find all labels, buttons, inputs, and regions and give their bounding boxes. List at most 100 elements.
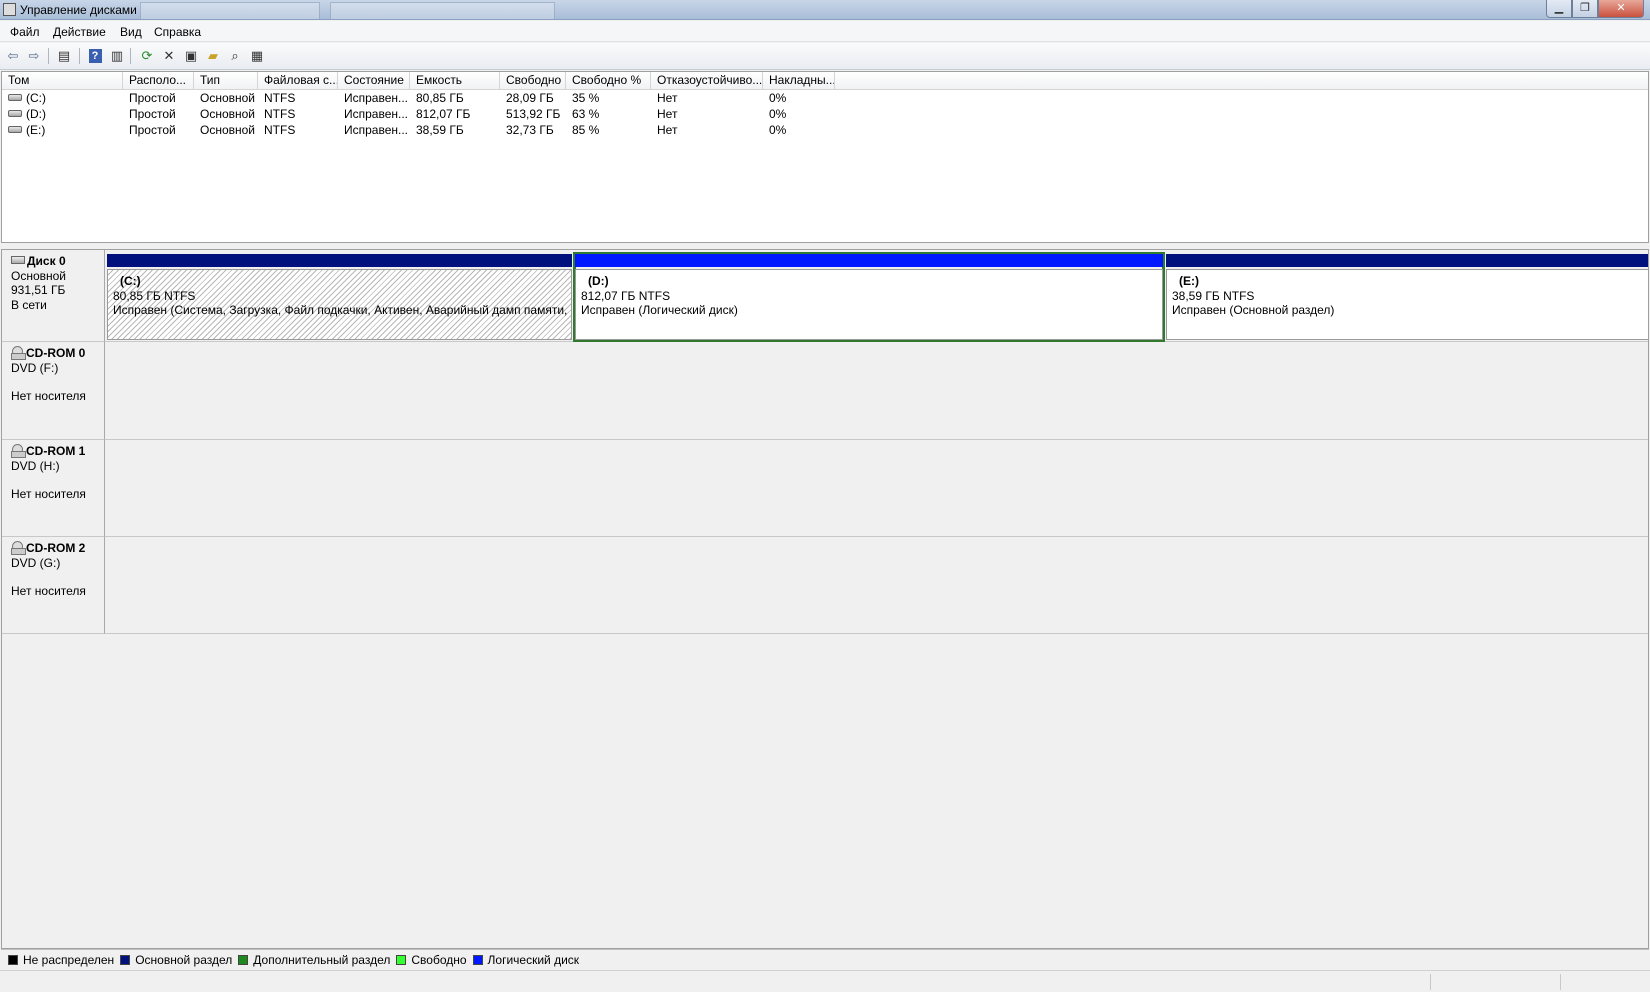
maximize-button[interactable]: ❐ xyxy=(1572,0,1598,18)
free-space-cell: 513,92 ГБ xyxy=(506,107,561,121)
hard-disk-icon xyxy=(11,256,25,265)
back-icon[interactable]: ⇦ xyxy=(4,47,22,65)
minimize-button[interactable]: ▁ xyxy=(1546,0,1572,18)
legend-swatch xyxy=(472,955,483,965)
layout-cell: Простой xyxy=(129,107,176,121)
capacity-cell: 38,59 ГБ xyxy=(416,123,464,137)
primary-partition-bar xyxy=(1166,254,1648,267)
volume-row-e[interactable]: (E:) Простой Основной NTFS Исправен... 3… xyxy=(2,122,1648,138)
cdrom-media: Нет носителя xyxy=(11,584,86,598)
volume-list: Том Располо... Тип Файловая с... Состоян… xyxy=(1,71,1649,243)
console-tree-icon[interactable]: ▤ xyxy=(55,47,73,65)
column-header-overhead[interactable]: Накладны... xyxy=(763,72,835,90)
partition-name: (C:) xyxy=(120,274,141,288)
action-pane-icon[interactable]: ▥ xyxy=(108,47,126,65)
cdrom-0-label[interactable]: CD-ROM 0 DVD (F:) Нет носителя xyxy=(2,342,105,440)
status-pane xyxy=(1430,974,1431,990)
partition-d[interactable]: (D:) 812,07 ГБ NTFS Исправен (Логический… xyxy=(573,252,1165,342)
column-header-filesystem[interactable]: Файловая с... xyxy=(258,72,338,90)
legend-swatch xyxy=(120,955,131,965)
cdrom-2-area[interactable] xyxy=(105,537,1648,634)
disk-0-partitions: (C:) 80,85 ГБ NTFS Исправен (Система, За… xyxy=(105,250,1648,342)
partition-body: (C:) 80,85 ГБ NTFS Исправен (Система, За… xyxy=(107,269,572,340)
column-header-volume[interactable]: Том xyxy=(2,72,123,90)
partition-status: Исправен (Система, Загрузка, Файл подкач… xyxy=(113,303,571,317)
column-header-free-space[interactable]: Свободно xyxy=(500,72,566,90)
capacity-cell: 80,85 ГБ xyxy=(416,91,464,105)
cdrom-1-label[interactable]: CD-ROM 1 DVD (H:) Нет носителя xyxy=(2,440,105,537)
toolbar-separator xyxy=(79,48,80,64)
window-controls: ▁ ❐ ✕ xyxy=(1546,0,1644,18)
free-space-cell: 28,09 ГБ xyxy=(506,91,554,105)
cdrom-1-area[interactable] xyxy=(105,440,1648,537)
column-header-fault-tolerance[interactable]: Отказоустойчиво... xyxy=(651,72,763,90)
cdrom-name: CD-ROM 1 xyxy=(26,444,86,458)
partition-size: 80,85 ГБ NTFS xyxy=(113,288,196,303)
column-header-type[interactable]: Тип xyxy=(194,72,258,90)
drive-icon xyxy=(8,94,22,102)
forward-icon[interactable]: ⇨ xyxy=(25,47,43,65)
status-cell: Исправен... xyxy=(344,123,409,137)
window-title: Управление дисками xyxy=(20,3,137,17)
menu-bar: Файл Действие Вид Справка xyxy=(0,21,1650,42)
column-header-capacity[interactable]: Емкость xyxy=(410,72,500,90)
close-button[interactable]: ✕ xyxy=(1598,0,1644,18)
free-space-cell: 32,73 ГБ xyxy=(506,123,554,137)
cdrom-drive: DVD (F:) xyxy=(11,360,59,375)
drive-icon xyxy=(8,110,22,118)
type-cell: Основной xyxy=(200,107,256,121)
title-bar: Управление дисками ▁ ❐ ✕ xyxy=(0,0,1650,20)
menu-help[interactable]: Справка xyxy=(154,25,201,39)
partition-c[interactable]: (C:) 80,85 ГБ NTFS Исправен (Система, За… xyxy=(107,254,572,340)
logical-drive-bar xyxy=(575,254,1163,267)
cdrom-drive: DVD (G:) xyxy=(11,555,61,570)
disk-map: Диск 0 Основной 931,51 ГБ В сети (C:) 80… xyxy=(1,249,1649,949)
cdrom-drive: DVD (H:) xyxy=(11,458,60,473)
disk-0-label[interactable]: Диск 0 Основной 931,51 ГБ В сети xyxy=(2,250,105,342)
volume-row-d[interactable]: (D:) Простой Основной NTFS Исправен... 8… xyxy=(2,106,1648,122)
legend-swatch xyxy=(238,955,249,965)
volume-list-header: Том Располо... Тип Файловая с... Состоян… xyxy=(2,72,1648,90)
partition-status: Исправен (Логический диск) xyxy=(581,303,738,317)
free-percent-cell: 63 % xyxy=(572,107,600,121)
overhead-cell: 0% xyxy=(769,107,787,121)
menu-file[interactable]: Файл xyxy=(10,25,40,39)
delete-icon[interactable]: ✕ xyxy=(160,47,178,65)
disk-size: 931,51 ГБ xyxy=(11,283,66,297)
partition-e[interactable]: (E:) 38,59 ГБ NTFS Исправен (Основной ра… xyxy=(1166,254,1648,340)
column-header-free-percent[interactable]: Свободно % xyxy=(566,72,651,90)
settings-icon[interactable]: ▦ xyxy=(248,47,266,65)
filesystem-cell: NTFS xyxy=(264,123,296,137)
column-header-layout[interactable]: Располо... xyxy=(123,72,194,90)
background-taskbar-ghost xyxy=(140,2,320,19)
open-folder-icon[interactable]: ▰ xyxy=(204,47,222,65)
legend-swatch xyxy=(8,955,18,965)
free-percent-cell: 35 % xyxy=(572,91,600,105)
volume-row-c[interactable]: (C:) Простой Основной NTFS Исправен... 8… xyxy=(2,90,1648,106)
layout-cell: Простой xyxy=(129,91,176,105)
filesystem-cell: NTFS xyxy=(264,107,296,121)
fault-tolerance-cell: Нет xyxy=(657,107,678,121)
menu-action[interactable]: Действие xyxy=(53,25,106,39)
status-pane xyxy=(1560,974,1561,990)
explore-icon[interactable]: ⌕ xyxy=(226,47,244,65)
disk-type: Основной xyxy=(11,268,67,283)
cdrom-0-area[interactable] xyxy=(105,342,1648,440)
legend: Не распределен Основной раздел Дополните… xyxy=(1,949,1649,970)
help-icon[interactable]: ? xyxy=(86,47,104,65)
properties-icon[interactable]: ▣ xyxy=(182,47,200,65)
partition-body: (E:) 38,59 ГБ NTFS Исправен (Основной ра… xyxy=(1166,269,1648,340)
refresh-icon[interactable]: ⟳ xyxy=(138,47,156,65)
cdrom-2-label[interactable]: CD-ROM 2 DVD (G:) Нет носителя xyxy=(2,537,105,634)
cdrom-name: CD-ROM 2 xyxy=(26,541,86,555)
volume-name-cell: (D:) xyxy=(2,106,123,122)
partition-size: 38,59 ГБ NTFS xyxy=(1172,288,1255,303)
background-taskbar-ghost xyxy=(330,2,555,19)
filesystem-cell: NTFS xyxy=(264,91,296,105)
overhead-cell: 0% xyxy=(769,91,787,105)
column-header-status[interactable]: Состояние xyxy=(338,72,410,90)
layout-cell: Простой xyxy=(129,123,176,137)
partition-name: (D:) xyxy=(588,274,609,288)
menu-view[interactable]: Вид xyxy=(120,25,142,39)
type-cell: Основной xyxy=(200,91,256,105)
